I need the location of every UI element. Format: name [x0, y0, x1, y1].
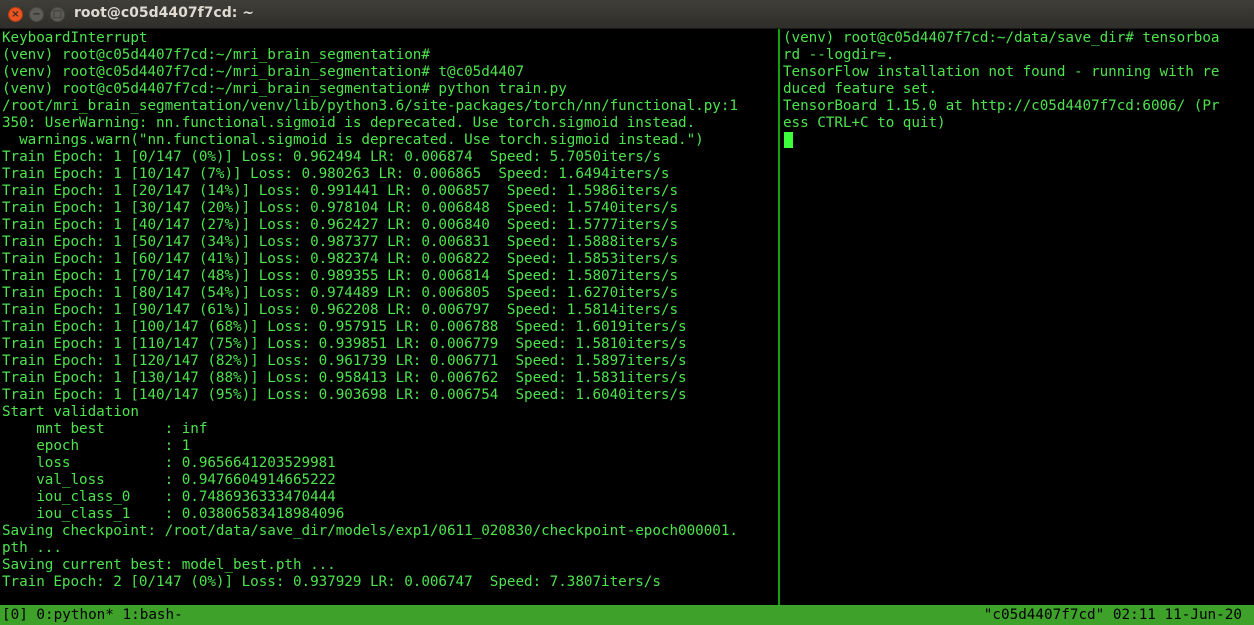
terminal-line: duced feature set.: [783, 81, 938, 97]
terminal-line: loss : 0.9656641203529981: [2, 455, 336, 471]
terminal-line: Train Epoch: 1 [20/147 (14%)] Loss: 0.99…: [2, 183, 679, 199]
terminal-line: Train Epoch: 1 [80/147 (54%)] Loss: 0.97…: [2, 285, 679, 301]
terminal-line: TensorBoard 1.15.0 at http://c05d4407f7c…: [783, 98, 1220, 114]
maximize-icon: □: [52, 9, 63, 20]
terminal-line: Train Epoch: 1 [0/147 (0%)] Loss: 0.9624…: [2, 149, 661, 165]
terminal-line: Train Epoch: 1 [120/147 (82%)] Loss: 0.9…: [2, 353, 687, 369]
tmux-status-right: "c05d4407f7cd" 02:11 11-Jun-20: [983, 607, 1242, 623]
terminal-line: KeyboardInterrupt: [2, 30, 148, 46]
terminal-line: Train Epoch: 1 [40/147 (27%)] Loss: 0.96…: [2, 217, 679, 233]
left-terminal-pane[interactable]: KeyboardInterrupt (venv) root@c05d4407f7c…: [0, 29, 778, 605]
close-window-button[interactable]: ×: [8, 7, 23, 22]
terminal-line: Train Epoch: 1 [10/147 (7%)] Loss: 0.980…: [2, 166, 670, 182]
terminal-line: 350: UserWarning: nn.functional.sigmoid …: [2, 115, 696, 131]
terminal-line: Train Epoch: 1 [30/147 (20%)] Loss: 0.97…: [2, 200, 679, 216]
terminal-line: pth ...: [2, 540, 62, 556]
terminal-line: ess CTRL+C to quit): [783, 115, 946, 131]
terminal-line: rd --logdir=.: [783, 47, 895, 63]
minimize-window-button[interactable]: −: [29, 7, 44, 22]
tmux-window-list[interactable]: [0] 0:python* 1:bash-: [2, 606, 183, 624]
terminal-line: Train Epoch: 1 [50/147 (34%)] Loss: 0.98…: [2, 234, 679, 250]
terminal-line: /root/mri_brain_segmentation/venv/lib/py…: [2, 98, 738, 114]
close-icon: ×: [11, 9, 20, 20]
terminal-line: (venv) root@c05d4407f7cd:~/mri_brain_seg…: [2, 47, 430, 63]
terminal-line: mnt best : inf: [2, 421, 208, 437]
minimize-icon: −: [32, 9, 41, 20]
terminal-cursor: [784, 132, 793, 148]
terminal-line: iou_class_1 : 0.03806583418984096: [2, 506, 345, 522]
terminal-line: (venv) root@c05d4407f7cd:~/data/save_dir…: [783, 30, 1220, 46]
tmux-status-bar: [0] 0:python* 1:bash- "c05d4407f7cd" 02:…: [0, 605, 1254, 625]
terminal-line: Train Epoch: 1 [60/147 (41%)] Loss: 0.98…: [2, 251, 679, 267]
terminal-line: Train Epoch: 1 [90/147 (61%)] Loss: 0.96…: [2, 302, 679, 318]
terminal-line: iou_class_0 : 0.7486936333470444: [2, 489, 336, 505]
left-terminal-output: KeyboardInterrupt (venv) root@c05d4407f7c…: [0, 29, 778, 591]
terminal-line: Train Epoch: 2 [0/147 (0%)] Loss: 0.9379…: [2, 574, 661, 590]
terminal-line: Saving current best: model_best.pth ...: [2, 557, 336, 573]
terminal-line: Train Epoch: 1 [70/147 (48%)] Loss: 0.98…: [2, 268, 679, 284]
terminal-line: TensorFlow installation not found - runn…: [783, 64, 1220, 80]
terminal-line: Saving checkpoint: /root/data/save_dir/m…: [2, 523, 738, 539]
window-titlebar[interactable]: × − □ root@c05d4407f7cd: ~: [0, 0, 1254, 29]
right-terminal-pane[interactable]: (venv) root@c05d4407f7cd:~/data/save_dir…: [781, 29, 1254, 605]
terminal-line: warnings.warn("nn.functional.sigmoid is …: [2, 132, 704, 148]
right-terminal-output: (venv) root@c05d4407f7cd:~/data/save_dir…: [781, 29, 1254, 132]
terminal-line: Train Epoch: 1 [130/147 (88%)] Loss: 0.9…: [2, 370, 687, 386]
pane-divider[interactable]: [778, 29, 780, 605]
terminal-cursor-line: [781, 132, 1254, 151]
terminal-line: (venv) root@c05d4407f7cd:~/mri_brain_seg…: [2, 64, 525, 80]
terminal-line: Train Epoch: 1 [110/147 (75%)] Loss: 0.9…: [2, 336, 687, 352]
terminal-line: epoch : 1: [2, 438, 191, 454]
maximize-window-button[interactable]: □: [50, 7, 65, 22]
terminal-line: Start validation: [2, 404, 139, 420]
terminal-line: val_loss : 0.9476604914665222: [2, 472, 336, 488]
terminal-line: (venv) root@c05d4407f7cd:~/mri_brain_seg…: [2, 81, 567, 97]
window-title: root@c05d4407f7cd: ~: [74, 5, 254, 21]
terminal-line: Train Epoch: 1 [140/147 (95%)] Loss: 0.9…: [2, 387, 687, 403]
terminal-line: Train Epoch: 1 [100/147 (68%)] Loss: 0.9…: [2, 319, 687, 335]
